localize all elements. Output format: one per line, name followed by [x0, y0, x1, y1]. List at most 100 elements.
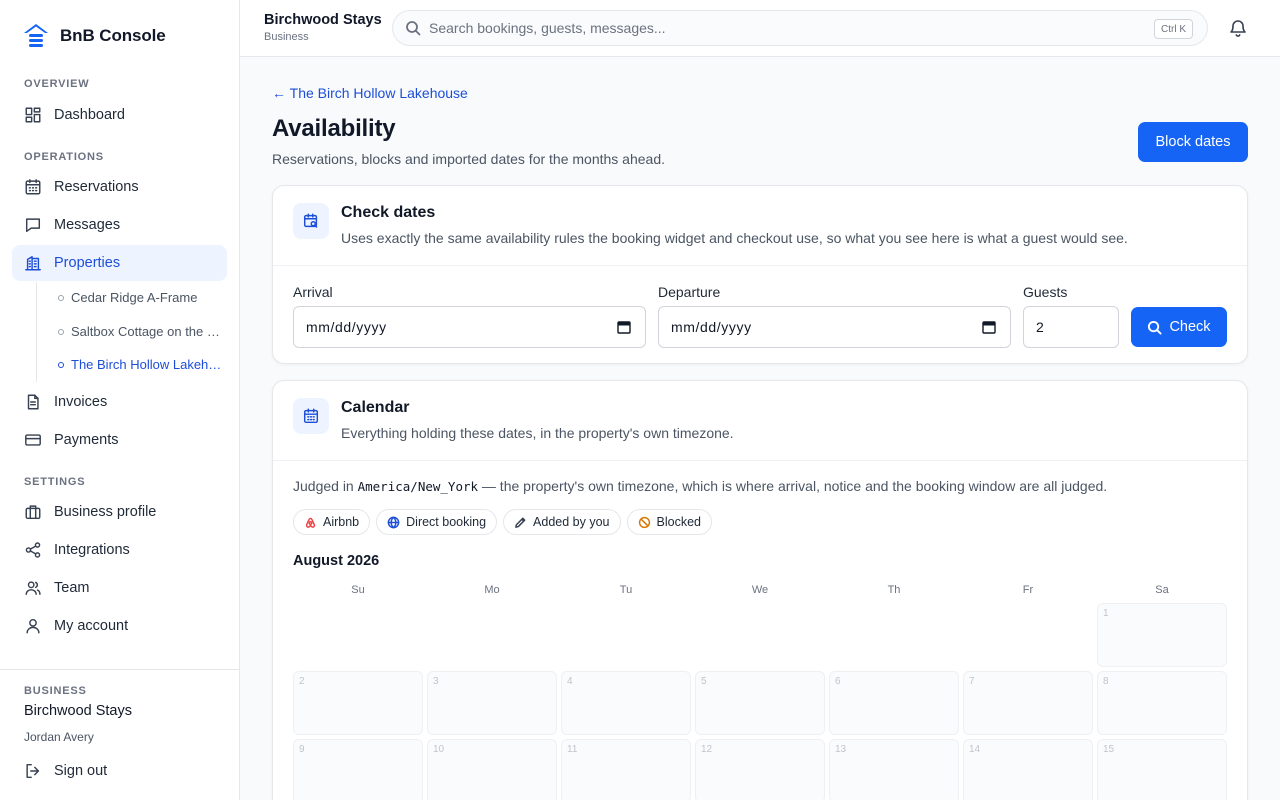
departure-date-input[interactable]: mm/dd/yyyy	[658, 306, 1011, 348]
legend: Airbnb Direct booking Added by you Block…	[293, 509, 712, 535]
briefcase-icon	[25, 505, 41, 520]
calendar-day[interactable]: 11	[561, 739, 691, 800]
month-label: August 2026	[293, 553, 380, 569]
check-dates-card: Check dates Uses exactly the same availa…	[272, 185, 1248, 364]
user-name: Jordan Avery	[24, 730, 94, 744]
business-label: BUSINESS	[24, 685, 87, 697]
weekday-header: We	[751, 584, 769, 596]
page-title: Availability	[272, 115, 396, 142]
sidebar-item-invoices[interactable]: Invoices	[12, 384, 227, 420]
guests-input[interactable]: 2	[1023, 306, 1119, 348]
calendar-day[interactable]: 2	[293, 671, 423, 735]
weekday-header: Mo	[484, 584, 500, 596]
guests-label: Guests	[1023, 284, 1068, 300]
sidebar-item-label: Team	[54, 580, 90, 596]
users-icon	[25, 581, 41, 596]
calendar-card: Calendar Everything holding these dates,…	[272, 380, 1248, 800]
calendar-day[interactable]: 13	[829, 739, 959, 800]
sidebar-item-team[interactable]: Team	[12, 570, 227, 606]
sidebar-subitem-property[interactable]: Cedar Ridge A-Frame	[58, 290, 223, 305]
block-dates-button[interactable]: Block dates	[1138, 122, 1248, 162]
legend-chip-airbnb[interactable]: Airbnb	[293, 509, 371, 535]
calendar-picker-icon[interactable]	[982, 320, 996, 337]
sidebar-item-label: Payments	[54, 432, 119, 448]
sidebar-subitem-property-active[interactable]: The Birch Hollow Lakehouse	[58, 357, 223, 372]
calendar-day[interactable]: 10	[427, 739, 557, 800]
sidebar-item-reservations[interactable]: Reservations	[12, 169, 227, 205]
calendar-day[interactable]: 12	[695, 739, 825, 800]
section-settings: SETTINGS	[24, 476, 86, 488]
calendar-day[interactable]: 4	[561, 671, 691, 735]
arrival-date-input[interactable]: mm/dd/yyyy	[293, 306, 646, 348]
calendar-day[interactable]: 3	[427, 671, 557, 735]
calendar-day[interactable]: 15	[1097, 739, 1227, 800]
topbar: Birchwood Stays Business Ctrl K	[240, 0, 1280, 57]
sidebar-item-properties[interactable]: Properties	[12, 245, 227, 281]
sidebar-subitem-property[interactable]: Saltbox Cottage on the Marsh	[58, 324, 223, 339]
calendar-day[interactable]: 5	[695, 671, 825, 735]
sidebar: BnB Console OVERVIEW Dashboard OPERATION…	[0, 0, 240, 800]
sidebar-item-business-profile[interactable]: Business profile	[12, 494, 227, 530]
bullet-icon	[58, 294, 64, 301]
weekday-header: Fr	[1022, 584, 1034, 596]
bell-icon	[1230, 20, 1246, 37]
card-description: Everything holding these dates, in the p…	[341, 425, 734, 441]
document-icon	[27, 394, 39, 410]
page-subtitle: Reservations, blocks and imported dates …	[272, 151, 665, 167]
brand[interactable]: BnB Console	[22, 22, 166, 50]
sidebar-item-label: Business profile	[54, 504, 157, 520]
section-overview: OVERVIEW	[24, 78, 90, 90]
calendar-day[interactable]: 7	[963, 671, 1093, 735]
bullet-icon	[58, 361, 64, 368]
message-icon	[25, 218, 41, 233]
search-bar[interactable]: Ctrl K	[392, 10, 1208, 46]
notifications-button[interactable]	[1228, 18, 1248, 43]
sidebar-item-my-account[interactable]: My account	[12, 608, 227, 644]
sidebar-item-dashboard[interactable]: Dashboard	[12, 97, 227, 133]
globe-icon	[387, 516, 400, 528]
section-operations: OPERATIONS	[24, 151, 104, 163]
legend-chip-blocked[interactable]: Blocked	[626, 509, 712, 535]
sidebar-item-label: Properties	[54, 255, 121, 271]
calendar-day[interactable]: 9	[293, 739, 423, 800]
logo-icon	[24, 24, 48, 47]
timezone-note: Judged in America/New_York — the propert…	[293, 478, 1108, 494]
back-link[interactable]: ← The Birch Hollow Lakehouse	[272, 85, 468, 101]
shortcut-badge: Ctrl K	[1154, 19, 1193, 39]
card-title: Calendar	[341, 399, 410, 416]
credit-card-icon	[25, 434, 41, 446]
divider	[273, 460, 1247, 461]
sidebar-item-label: Messages	[54, 217, 121, 233]
bullet-icon	[58, 328, 64, 335]
departure-label: Departure	[658, 284, 721, 300]
user-icon	[26, 618, 40, 634]
calendar-picker-icon[interactable]	[617, 320, 631, 337]
weekday-header: Su	[351, 584, 365, 596]
workspace-type: Business	[264, 31, 309, 43]
sidebar-item-messages[interactable]: Messages	[12, 207, 227, 243]
app-name: BnB Console	[60, 26, 166, 45]
calendar-icon	[293, 398, 329, 434]
blocked-icon	[638, 516, 650, 528]
sidebar-footer: BUSINESS Birchwood Stays Jordan Avery Si…	[0, 669, 239, 800]
sign-out-icon	[26, 763, 40, 779]
sign-out-button[interactable]: Sign out	[24, 762, 107, 780]
search-input[interactable]	[429, 20, 1129, 36]
calendar-day[interactable]: 1	[1097, 603, 1227, 667]
pencil-icon	[515, 517, 526, 528]
legend-chip-manual[interactable]: Added by you	[503, 509, 621, 535]
legend-chip-direct[interactable]: Direct booking	[376, 509, 498, 535]
weekday-header: Tu	[619, 584, 633, 596]
sidebar-item-payments[interactable]: Payments	[12, 422, 227, 458]
check-button[interactable]: Check	[1131, 307, 1227, 347]
sidebar-item-label: My account	[54, 618, 129, 634]
sidebar-item-label: Invoices	[54, 394, 108, 410]
airbnb-icon	[305, 517, 316, 528]
workspace-name[interactable]: Birchwood Stays	[264, 12, 382, 28]
sidebar-item-integrations[interactable]: Integrations	[12, 532, 227, 568]
weekday-header: Sa	[1155, 584, 1169, 596]
share-icon	[25, 542, 41, 558]
calendar-day[interactable]: 8	[1097, 671, 1227, 735]
calendar-day[interactable]: 6	[829, 671, 959, 735]
calendar-day[interactable]: 14	[963, 739, 1093, 800]
